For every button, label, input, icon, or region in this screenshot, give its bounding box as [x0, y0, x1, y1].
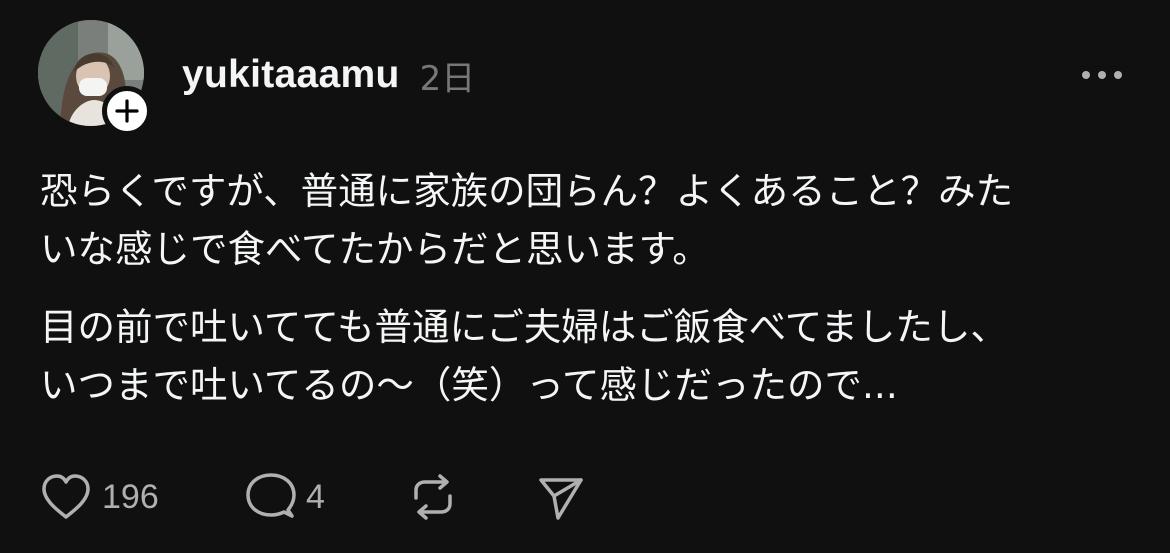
- post-paragraph: 恐らくですが、普通に家族の団らん？よくあること？みた いな感じで食べてたからだと…: [40, 169, 1014, 271]
- repost-button[interactable]: [408, 472, 536, 522]
- reply-button[interactable]: 4: [244, 472, 408, 522]
- action-bar: 196 4: [40, 470, 586, 524]
- comment-icon: [244, 472, 296, 522]
- username[interactable]: yukitaaamu: [182, 53, 400, 97]
- post-paragraph: 目の前で吐いてても普通にご夫婦はご飯食べてましたし、 いつまで吐いてるの〜（笑）…: [40, 305, 1008, 407]
- follow-button[interactable]: [102, 86, 152, 136]
- send-icon: [536, 472, 586, 522]
- post-time: 2日: [419, 58, 476, 99]
- post-header: yukitaaamu 2日: [182, 50, 475, 100]
- like-button[interactable]: 196: [40, 473, 244, 521]
- plus-icon: [115, 99, 139, 123]
- like-count: 196: [102, 477, 159, 516]
- post-body: 恐らくですが、普通に家族の団らん？よくあること？みた いな感じで食べてたからだと…: [40, 162, 1140, 434]
- more-icon: [1082, 71, 1122, 79]
- repost-icon: [408, 472, 458, 522]
- reply-count: 4: [306, 477, 325, 516]
- heart-icon: [40, 473, 92, 521]
- share-button[interactable]: [536, 472, 586, 522]
- more-options-button[interactable]: [1074, 60, 1130, 90]
